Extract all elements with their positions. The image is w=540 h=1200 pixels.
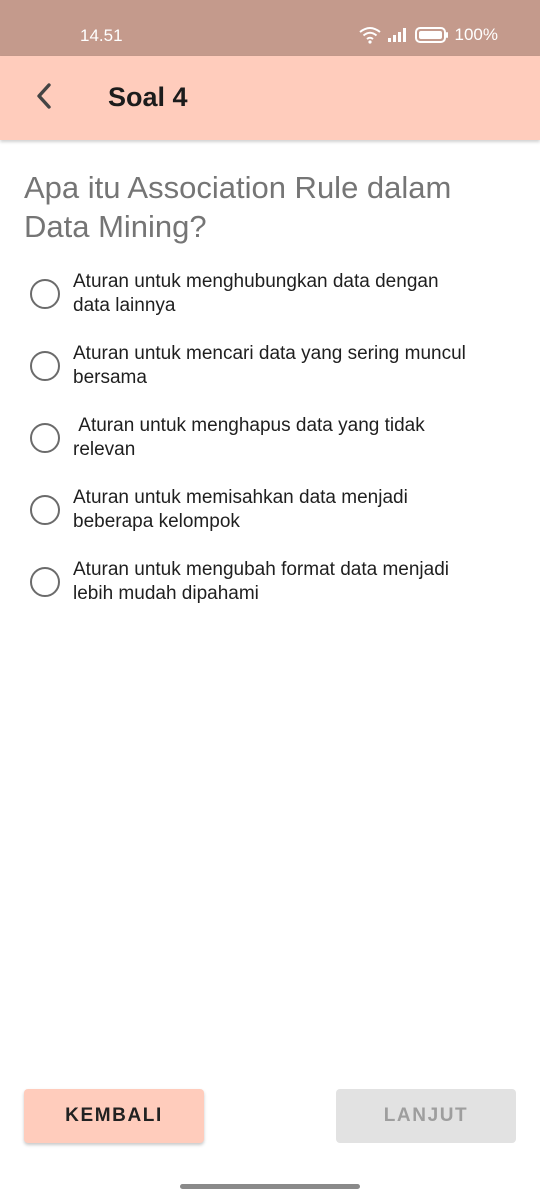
- status-time: 14.51: [80, 26, 123, 45]
- answer-option[interactable]: Aturan untuk mencari data yang sering mu…: [30, 330, 520, 402]
- lanjut-button[interactable]: LANJUT: [336, 1089, 516, 1143]
- answer-option[interactable]: Aturan untuk menghubungkan data dengan d…: [30, 258, 520, 330]
- radio-button[interactable]: [30, 351, 60, 381]
- option-label: Aturan untuk mencari data yang sering mu…: [73, 343, 466, 388]
- answer-option[interactable]: Aturan untuk memisahkan data menjadi beb…: [30, 474, 520, 546]
- home-indicator[interactable]: [180, 1184, 360, 1189]
- back-button[interactable]: [24, 78, 64, 118]
- battery-icon: [414, 26, 449, 44]
- question-text: Apa itu Association Rule dalam Data Mini…: [24, 170, 452, 244]
- radio-button[interactable]: [30, 567, 60, 597]
- chevron-left-icon: [34, 82, 54, 115]
- answer-option[interactable]: Aturan untuk menghapus data yang tidak r…: [30, 402, 520, 474]
- battery-percent: 100%: [454, 25, 498, 44]
- kembali-button[interactable]: KEMBALI: [24, 1089, 204, 1143]
- status-icons: 100%: [358, 25, 498, 45]
- wifi-icon: [358, 26, 381, 44]
- signal-icon: [387, 27, 409, 43]
- option-label: Aturan untuk mengubah format data menjad…: [73, 559, 450, 604]
- radio-button[interactable]: [30, 495, 60, 525]
- option-label: Aturan untuk memisahkan data menjadi beb…: [73, 487, 408, 532]
- option-label: Aturan untuk menghubungkan data dengan d…: [73, 271, 439, 316]
- radio-button[interactable]: [30, 279, 60, 309]
- option-label: Aturan untuk menghapus data yang tidak r…: [73, 415, 425, 460]
- radio-button[interactable]: [30, 423, 60, 453]
- app-bar: Soal 4: [0, 56, 540, 140]
- answer-options: Aturan untuk menghubungkan data dengan d…: [30, 258, 520, 618]
- status-bar: 14.51 100%: [0, 0, 540, 56]
- page-title: Soal 4: [108, 82, 188, 112]
- answer-option[interactable]: Aturan untuk mengubah format data menjad…: [30, 546, 520, 618]
